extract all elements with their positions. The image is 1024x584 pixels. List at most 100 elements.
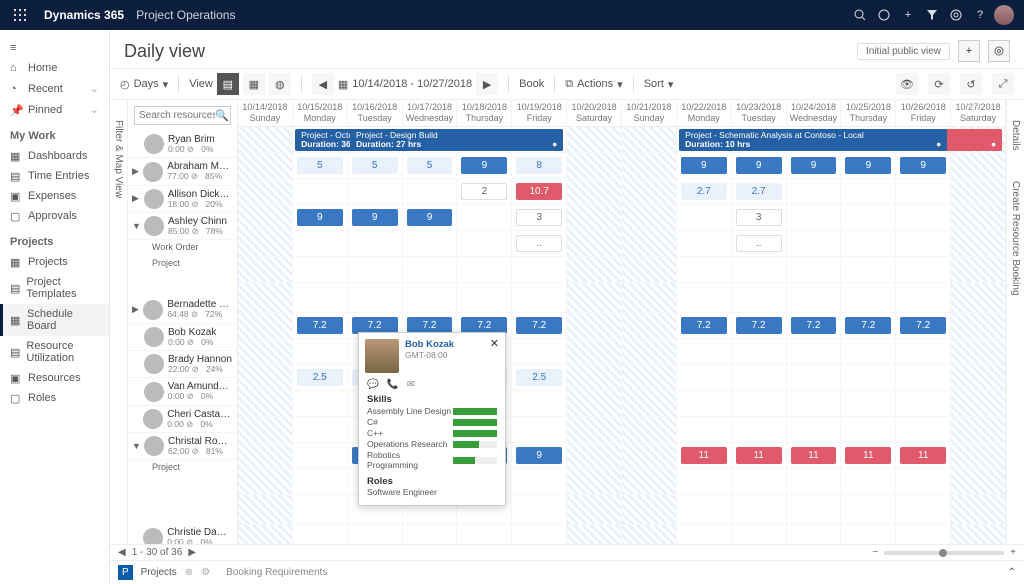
hours-badge[interactable]: 5 bbox=[352, 157, 398, 174]
mail-icon[interactable]: ✉ bbox=[407, 379, 415, 390]
nav-schedule-board[interactable]: ▦Schedule Board bbox=[0, 304, 109, 336]
resource-row[interactable]: ▼Ashley Chinn85:00 ⊘ 78% bbox=[128, 213, 237, 240]
add-icon[interactable]: ⊕ bbox=[185, 567, 193, 578]
view-list-button[interactable]: ▤ bbox=[217, 73, 239, 95]
hours-badge[interactable]: 9 bbox=[461, 157, 507, 174]
hours-badge[interactable]: 8 bbox=[516, 157, 562, 174]
nav-approvals[interactable]: ▢Approvals bbox=[0, 206, 109, 226]
booking-reqs-tab[interactable]: Booking Requirements bbox=[226, 567, 327, 578]
hours-badge[interactable]: 7.2 bbox=[736, 317, 782, 334]
nav-dashboards[interactable]: ▦Dashboards bbox=[0, 146, 109, 166]
search-input[interactable] bbox=[139, 110, 215, 121]
resource-row[interactable]: ▼Christal Robles62:00 ⊘ 81% bbox=[128, 433, 237, 460]
create-booking-tab[interactable]: Create Resource Booking bbox=[1010, 181, 1021, 296]
search-icon[interactable]: 🔍 bbox=[215, 109, 229, 122]
phone-icon[interactable]: 📞 bbox=[387, 379, 399, 390]
prev-range-button[interactable]: ◀ bbox=[312, 73, 334, 95]
close-icon[interactable]: ✕ bbox=[490, 337, 499, 350]
next-range-button[interactable]: ▶ bbox=[476, 73, 498, 95]
hours-badge[interactable]: 11 bbox=[681, 447, 727, 464]
settings-button[interactable] bbox=[988, 40, 1010, 62]
zoom-in[interactable]: + bbox=[1010, 547, 1016, 558]
hours-badge[interactable]: 9 bbox=[736, 157, 782, 174]
hours-badge[interactable]: 2.7 bbox=[736, 183, 782, 200]
actions-dropdown[interactable]: Actions bbox=[577, 78, 613, 90]
nav-resources[interactable]: ▣Resources bbox=[0, 368, 109, 388]
expand-button[interactable]: ⤢ bbox=[992, 73, 1014, 95]
hours-badge[interactable]: 9 bbox=[681, 157, 727, 174]
hours-badge[interactable]: 7.2 bbox=[516, 317, 562, 334]
hours-badge[interactable]: 3 bbox=[736, 209, 782, 226]
nav-project-templates[interactable]: ▤Project Templates bbox=[0, 272, 109, 304]
hours-badge[interactable]: 11 bbox=[736, 447, 782, 464]
hours-badge[interactable]: 3 bbox=[516, 209, 562, 226]
resource-row[interactable]: Brady Hannon22:00 ⊘ 24% bbox=[128, 351, 237, 378]
hours-badge[interactable]: 9 bbox=[845, 157, 891, 174]
resource-row[interactable]: ▶Abraham McC...77:00 ⊘ 85% bbox=[128, 158, 237, 185]
panel-expand[interactable]: ⌃ bbox=[1008, 567, 1016, 578]
hours-badge[interactable]: 10.7 bbox=[516, 183, 562, 200]
hours-badge[interactable]: 2 bbox=[461, 183, 507, 200]
filter-map-tab[interactable]: Filter & Map View bbox=[110, 100, 128, 544]
prev-page[interactable]: ◀ bbox=[118, 547, 126, 558]
refresh-button[interactable]: ⟳ bbox=[928, 73, 950, 95]
resource-row[interactable]: Bob Kozak0:00 ⊘ 0% bbox=[128, 324, 237, 351]
resource-row[interactable]: Christie Dawson0:00 ⊘ 0% bbox=[128, 524, 237, 544]
hours-badge[interactable]: 7.2 bbox=[791, 317, 837, 334]
details-tab[interactable]: Details bbox=[1010, 120, 1021, 151]
projects-tab[interactable]: Projects bbox=[141, 567, 177, 578]
search-icon[interactable] bbox=[848, 3, 872, 27]
hours-badge[interactable]: 9 bbox=[407, 209, 453, 226]
zoom-slider[interactable] bbox=[884, 551, 1004, 555]
hours-badge[interactable]: 11 bbox=[845, 447, 891, 464]
zoom-out[interactable]: − bbox=[872, 547, 878, 558]
next-page[interactable]: ▶ bbox=[188, 547, 196, 558]
hours-badge[interactable]: 7.2 bbox=[297, 317, 343, 334]
hours-badge[interactable]: 2.5 bbox=[516, 369, 562, 386]
book-button[interactable]: Book bbox=[519, 78, 544, 90]
date-range[interactable]: 10/14/2018 - 10/27/2018 bbox=[352, 78, 472, 90]
eye-button[interactable]: 👁 bbox=[896, 73, 918, 95]
nav-recent[interactable]: ◔Recent⌄ bbox=[0, 78, 109, 99]
hours-badge[interactable]: 11 bbox=[791, 447, 837, 464]
help-icon[interactable]: ? bbox=[968, 3, 992, 27]
resource-search[interactable]: 🔍 bbox=[134, 106, 231, 125]
add-view-button[interactable]: + bbox=[958, 40, 980, 62]
nav-time-entries[interactable]: ▤Time Entries bbox=[0, 166, 109, 186]
reset-button[interactable]: ↺ bbox=[960, 73, 982, 95]
hours-badge[interactable]: 2.5 bbox=[297, 369, 343, 386]
resource-row[interactable]: Cheri Castane...0:00 ⊘ 0% bbox=[128, 406, 237, 433]
nav-projects[interactable]: ▦Projects bbox=[0, 252, 109, 272]
resource-row[interactable]: ▶Allison Dickson18:00 ⊘ 20% bbox=[128, 186, 237, 213]
add-icon[interactable]: + bbox=[896, 3, 920, 27]
hours-badge[interactable]: 9 bbox=[297, 209, 343, 226]
user-avatar[interactable] bbox=[992, 3, 1016, 27]
view-globe-button[interactable]: ◍ bbox=[269, 73, 291, 95]
resource-row[interactable]: Ryan Brim0:00 ⊘ 0% bbox=[128, 131, 237, 158]
resource-row[interactable]: Van Amundson0:00 ⊘ 0% bbox=[128, 378, 237, 405]
nav-collapse[interactable]: ≡ bbox=[0, 38, 109, 58]
hours-badge[interactable]: 9 bbox=[516, 447, 562, 464]
waffle-icon[interactable] bbox=[8, 3, 32, 27]
hours-badge[interactable]: 5 bbox=[407, 157, 453, 174]
nav-pinned[interactable]: 📌Pinned⌄ bbox=[0, 99, 109, 120]
view-grid-button[interactable]: ▦ bbox=[243, 73, 265, 95]
gear-icon[interactable]: ⚙ bbox=[201, 567, 210, 578]
gear-icon[interactable] bbox=[944, 3, 968, 27]
nav-home[interactable]: ⌂Home bbox=[0, 58, 109, 78]
hours-badge[interactable]: 7.2 bbox=[900, 317, 946, 334]
filter-icon[interactable] bbox=[920, 3, 944, 27]
hours-badge[interactable]: 2.7 bbox=[681, 183, 727, 200]
hours-badge[interactable]: .. bbox=[516, 235, 562, 252]
hours-badge[interactable]: 9 bbox=[791, 157, 837, 174]
view-selector[interactable]: Initial public view bbox=[857, 43, 950, 60]
project-bar[interactable]: Project - Schematic Analysis at Contoso … bbox=[679, 129, 947, 151]
hours-badge[interactable]: 5 bbox=[297, 157, 343, 174]
hours-badge[interactable]: 11 bbox=[900, 447, 946, 464]
days-dropdown[interactable]: Days bbox=[134, 78, 159, 90]
nav-resource-utilization[interactable]: ▤Resource Utilization bbox=[0, 336, 109, 368]
resource-row[interactable]: ▶Bernadette Fo...64:48 ⊘ 72% bbox=[128, 296, 237, 323]
hours-badge[interactable]: .. bbox=[736, 235, 782, 252]
hours-badge[interactable]: 9 bbox=[900, 157, 946, 174]
nav-roles[interactable]: ▢Roles bbox=[0, 388, 109, 408]
